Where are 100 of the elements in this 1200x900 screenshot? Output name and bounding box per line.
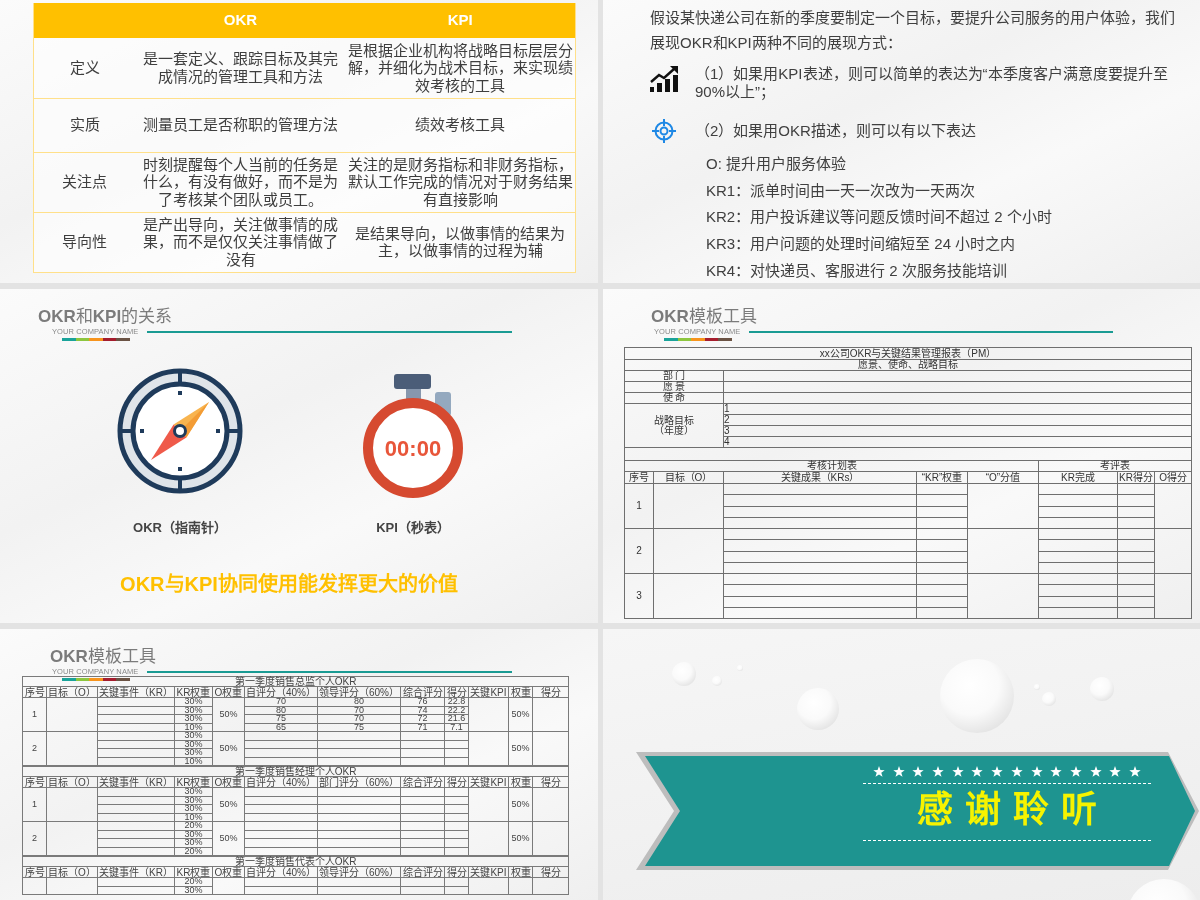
okr-line: KR4：对快递员、客服进行 2 次服务技能培训 bbox=[706, 260, 1008, 281]
column-header: 关键事件（KR） bbox=[97, 776, 175, 788]
column-header: 权重 bbox=[508, 686, 533, 698]
column-header: 领导评分（60%） bbox=[317, 686, 401, 698]
table-cell: 70 bbox=[317, 706, 401, 715]
okr-line: KR3：用户问题的处理时间缩短至 24 小时之内 bbox=[706, 234, 1017, 255]
table-cell: 75 bbox=[244, 714, 318, 723]
column-header: KR权重 bbox=[174, 686, 213, 698]
column-header: KR权重 bbox=[174, 866, 213, 878]
column-header: 目标（O） bbox=[46, 686, 98, 698]
row-number: 2 bbox=[22, 731, 47, 766]
table-cell: 30% bbox=[174, 706, 213, 715]
star-icon bbox=[951, 766, 964, 777]
column-header: 目标（O） bbox=[46, 776, 98, 788]
point-text: （1）如果用KPI表述，则可以简单的表达为“本季度客户满意度要提升至90%以上”； bbox=[695, 65, 1169, 100]
table-cell: 80 bbox=[317, 697, 401, 706]
slide-title: OKR模板工具 bbox=[50, 648, 157, 666]
row-number: 2 bbox=[624, 528, 654, 574]
column-header: 目标（O） bbox=[653, 471, 724, 484]
column-header: 得分 bbox=[532, 866, 569, 878]
star-icon bbox=[971, 766, 984, 777]
column-header: 部门评分（60%） bbox=[317, 776, 401, 788]
table-cell: 50% bbox=[508, 821, 533, 856]
table-cell: 30% bbox=[174, 838, 213, 847]
table-cell: 时刻提醒每个人当前的任务是什么，有没有做好，而不是为了考核某个团队或员工。 bbox=[135, 152, 346, 212]
column-header: KR权重 bbox=[174, 776, 213, 788]
field-label: 愿 景 bbox=[624, 381, 724, 393]
table-cell: 测量员工是否称职的管理方法 bbox=[135, 98, 346, 152]
table-cell: 21.6 bbox=[444, 714, 469, 723]
row-number: 2 bbox=[22, 821, 47, 856]
column-header: 得分 bbox=[532, 776, 569, 788]
section-heading: 考核计划表 bbox=[624, 460, 1039, 472]
field-label: 部 门 bbox=[624, 370, 724, 382]
column-header: 关键KPI bbox=[468, 866, 509, 878]
table-cell: 70 bbox=[244, 697, 318, 706]
table-cell: 30% bbox=[174, 830, 213, 839]
table-cell: 是一套定义、跟踪目标及其完成情况的管理工具和方法 bbox=[135, 38, 346, 98]
color-stripe bbox=[62, 678, 130, 681]
table-cell: 74 bbox=[400, 706, 445, 715]
column-header: 序号 bbox=[22, 866, 47, 878]
table-cell: 65 bbox=[244, 723, 318, 732]
table-cell: 是产出导向，关注做事情的成果，而不是仅仅关注事情做了没有 bbox=[135, 212, 346, 272]
table-cell: 7.1 bbox=[444, 723, 469, 732]
figure-caption: KPI（秒表） bbox=[376, 520, 450, 535]
row-number: 1 bbox=[22, 787, 47, 822]
table-cell: 50% bbox=[212, 697, 245, 732]
table-cell: 22.8 bbox=[444, 697, 469, 706]
goal-label: 战略目标（年度） bbox=[624, 403, 724, 448]
column-header: 序号 bbox=[624, 471, 654, 484]
field-label: 使 命 bbox=[624, 392, 724, 404]
column-header: 自评分（40%） bbox=[244, 686, 318, 698]
section-title: 第一季度销售代表个人OKR bbox=[234, 856, 357, 867]
row-header: 实质 bbox=[33, 98, 136, 152]
column-header: 自评分（40%） bbox=[244, 776, 318, 788]
table-cell: 50% bbox=[212, 731, 245, 766]
table-cell: 30% bbox=[174, 804, 213, 813]
column-header: 关键成果（KRs） bbox=[723, 471, 917, 484]
column-header: 权重 bbox=[508, 866, 533, 878]
star-icon bbox=[873, 766, 886, 777]
column-header: 得分 bbox=[444, 866, 469, 878]
table-cell: 71 bbox=[400, 723, 445, 732]
table-cell: 是结果导向，以做事情的结果为主，以做事情的过程为辅 bbox=[345, 212, 576, 272]
column-header: KR得分 bbox=[1117, 471, 1155, 484]
table-cell: 关注的是财务指标和非财务指标，默认工作完成的情况对于财务结果有直接影响 bbox=[345, 152, 576, 212]
table-cell: 30% bbox=[174, 740, 213, 749]
section-title: 第一季度销售总监个人OKR bbox=[234, 676, 357, 687]
table-cell: 30% bbox=[174, 796, 213, 805]
target-icon bbox=[652, 119, 676, 143]
table-cell: 30% bbox=[174, 731, 213, 740]
slide-title: OKR模板工具 bbox=[651, 308, 758, 326]
form-subheading: 愿景、使命、战略目标 bbox=[624, 359, 1192, 371]
column-header: 得分 bbox=[444, 686, 469, 698]
color-stripe bbox=[62, 338, 130, 341]
table-cell: 是根据企业机构将战略目标层层分解，并细化为战术目标，来实现绩效考核的工具 bbox=[345, 38, 576, 98]
color-stripe bbox=[664, 338, 732, 341]
goal-number: 1 bbox=[724, 403, 730, 414]
closing-heading: 感谢聆听 bbox=[917, 788, 1109, 832]
column-header: 序号 bbox=[22, 776, 47, 788]
section-title: 第一季度销售经理个人OKR bbox=[234, 766, 357, 777]
table-cell: 20% bbox=[174, 877, 213, 886]
okr-line: KR1：派单时间由一天一次改为一天两次 bbox=[706, 180, 977, 201]
column-header: 关键KPI bbox=[468, 686, 509, 698]
table-cell: 50% bbox=[212, 821, 245, 856]
bar-chart-icon bbox=[650, 66, 678, 92]
table-cell: 10% bbox=[174, 757, 213, 766]
table-cell: 50% bbox=[508, 787, 533, 822]
row-number: 1 bbox=[624, 483, 654, 529]
figure-caption: OKR（指南针） bbox=[133, 520, 227, 535]
star-icon bbox=[892, 766, 905, 777]
point-text: （2）如果用OKR描述，则可以有以下表达 bbox=[695, 122, 976, 140]
sphere-decoration bbox=[1090, 677, 1114, 701]
column-header: O权重 bbox=[212, 866, 245, 878]
column-header: O得分 bbox=[1154, 471, 1192, 484]
column-header: 综合评分 bbox=[400, 776, 445, 788]
column-header: KPI bbox=[345, 3, 576, 38]
table-cell: 30% bbox=[174, 748, 213, 757]
table-cell: 30% bbox=[174, 787, 213, 796]
column-header: 关键KPI bbox=[468, 776, 509, 788]
table-cell: 10% bbox=[174, 813, 213, 822]
table-cell: 50% bbox=[212, 787, 245, 822]
